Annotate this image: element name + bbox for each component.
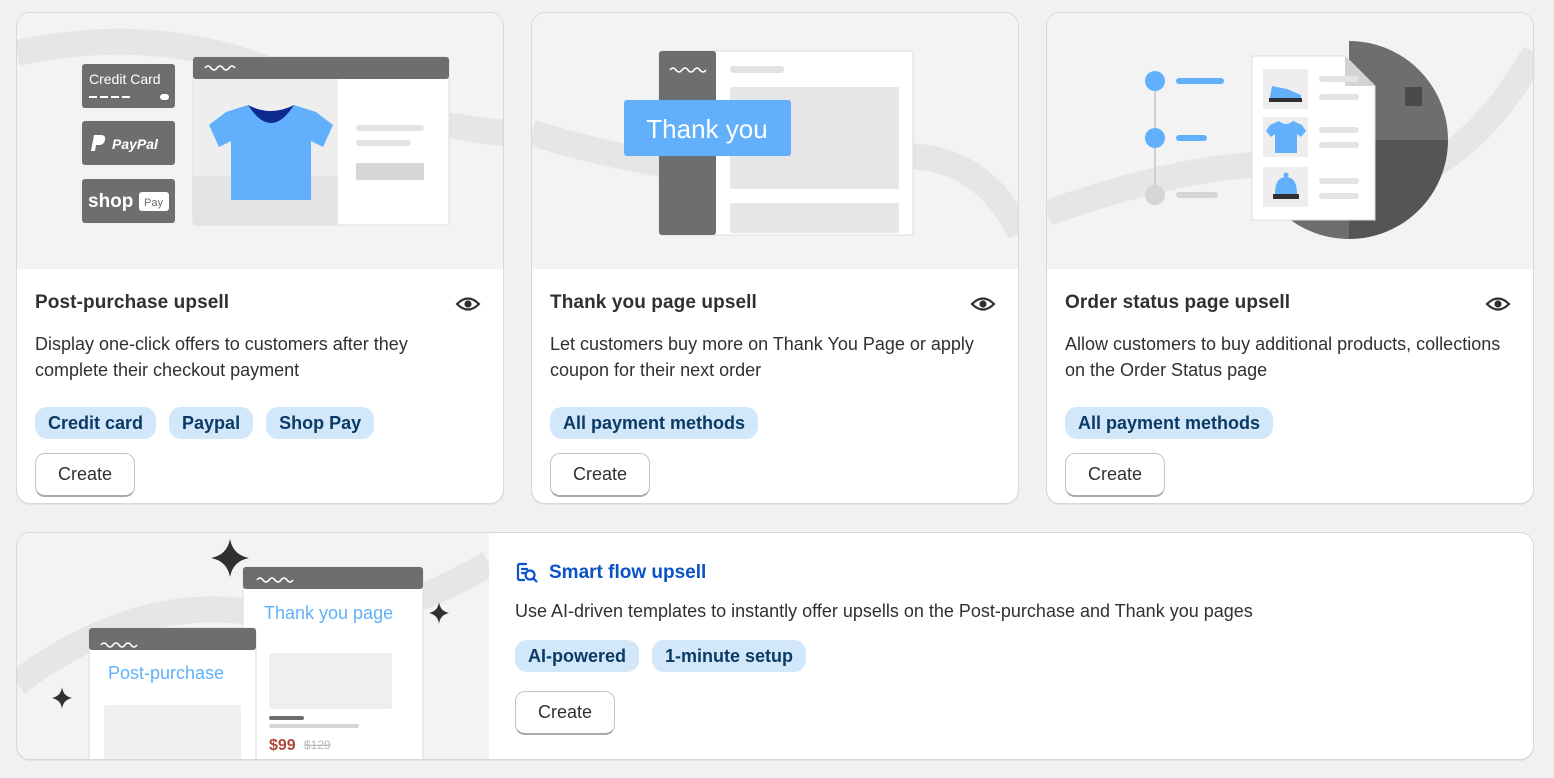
tag-paypal: Paypal (169, 407, 254, 439)
tag-ai-powered: AI-powered (515, 640, 640, 672)
card-description: Allow customers to buy additional produc… (1065, 334, 1501, 380)
create-thank-you-button[interactable]: Create (550, 453, 650, 497)
post-purchase-upsell-card: Credit Card PayPal shop Pay Post-purchas… (16, 12, 504, 504)
create-post-purchase-button[interactable]: Create (35, 453, 135, 497)
thank-you-label: Thank you (646, 114, 767, 144)
eye-icon[interactable] (1485, 293, 1511, 315)
card-title: Post-purchase upsell (35, 292, 230, 313)
smart-flow-content: Smart flow upsell Use AI-driven template… (515, 533, 1533, 759)
order-status-illustration (1047, 13, 1533, 269)
payment-tags: Credit card Paypal Shop Pay (35, 407, 375, 439)
eye-icon[interactable] (970, 293, 996, 315)
product-page-window (192, 56, 450, 226)
eye-icon[interactable] (455, 293, 481, 315)
tag-all-payment-methods: All payment methods (550, 407, 759, 439)
payment-tags: All payment methods (1065, 407, 1274, 439)
tag-shop-pay: Shop Pay (266, 407, 375, 439)
create-smart-flow-button[interactable]: Create (515, 691, 615, 735)
card-title: Order status page upsell (1065, 292, 1291, 313)
shop-label: shop (88, 191, 133, 212)
create-order-status-button[interactable]: Create (1065, 453, 1165, 497)
thank-you-page-label: Thank you page (264, 603, 393, 623)
thank-you-upsell-card: Thank you Thank you page upsell Let cust… (531, 12, 1019, 504)
smart-flow-illustration: Thank you page $99 $129 Post-purchase (17, 533, 489, 759)
smart-flow-upsell-card: Thank you page $99 $129 Post-purchase Sm… (16, 532, 1534, 760)
thank-you-illustration: Thank you (532, 13, 1018, 269)
payment-tags: All payment methods (550, 407, 759, 439)
price-label: $99 (269, 737, 296, 754)
tag-one-minute-setup: 1-minute setup (652, 640, 807, 672)
pay-label: Pay (144, 197, 163, 209)
smart-flow-tags: AI-powered 1-minute setup (515, 640, 807, 672)
tag-credit-card: Credit card (35, 407, 157, 439)
credit-card-label: Credit Card (89, 71, 161, 87)
thank-you-page-window: Thank you page $99 $129 (242, 566, 424, 759)
credit-card-icon: Credit Card (82, 64, 175, 108)
paypal-label: PayPal (112, 136, 159, 152)
card-description: Let customers buy more on Thank You Page… (550, 334, 974, 380)
smart-flow-title[interactable]: Smart flow upsell (549, 562, 706, 584)
post-purchase-window: Post-purchase (88, 627, 257, 759)
order-status-upsell-card: Order status page upsell Allow customers… (1046, 12, 1534, 504)
smart-flow-description: Use AI-driven templates to instantly off… (515, 601, 1253, 621)
old-price-label: $129 (304, 738, 331, 752)
order-document (1251, 55, 1376, 221)
paypal-icon: PayPal (82, 121, 175, 165)
thank-you-banner: Thank you (624, 100, 791, 156)
shop-pay-icon: shop Pay (82, 179, 175, 223)
post-purchase-label: Post-purchase (108, 663, 224, 683)
card-title: Thank you page upsell (550, 292, 757, 313)
tag-all-payment-methods: All payment methods (1065, 407, 1274, 439)
sparkle-icon (52, 687, 72, 709)
card-description: Display one-click offers to customers af… (35, 334, 408, 380)
smart-flow-title-row: Smart flow upsell (515, 561, 706, 585)
post-purchase-illustration: Credit Card PayPal shop Pay (17, 13, 503, 269)
ai-search-icon (516, 562, 538, 583)
